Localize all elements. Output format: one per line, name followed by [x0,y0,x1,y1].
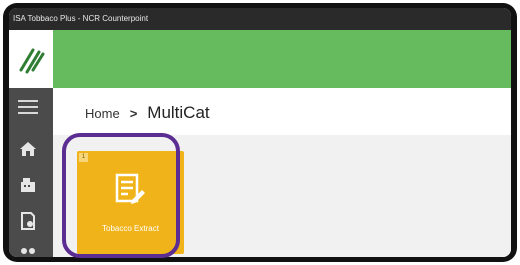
document-edit-icon[interactable] [17,210,39,232]
register-icon[interactable] [17,174,39,196]
sidebar [9,30,53,257]
home-icon[interactable] [17,138,39,160]
breadcrumb: Home > MultiCat [61,91,511,136]
highlight-circle [62,133,180,258]
breadcrumb-current: MultiCat [147,103,210,122]
header-banner [53,30,511,88]
window-title: ISA Tobbaco Plus - NCR Counterpoint [9,8,511,30]
menu-icon[interactable] [17,96,39,118]
app-logo-icon [19,48,45,74]
app-logo[interactable] [9,30,53,88]
users-icon[interactable] [17,242,39,257]
breadcrumb-separator: > [129,105,138,121]
breadcrumb-home-link[interactable]: Home [85,106,120,121]
